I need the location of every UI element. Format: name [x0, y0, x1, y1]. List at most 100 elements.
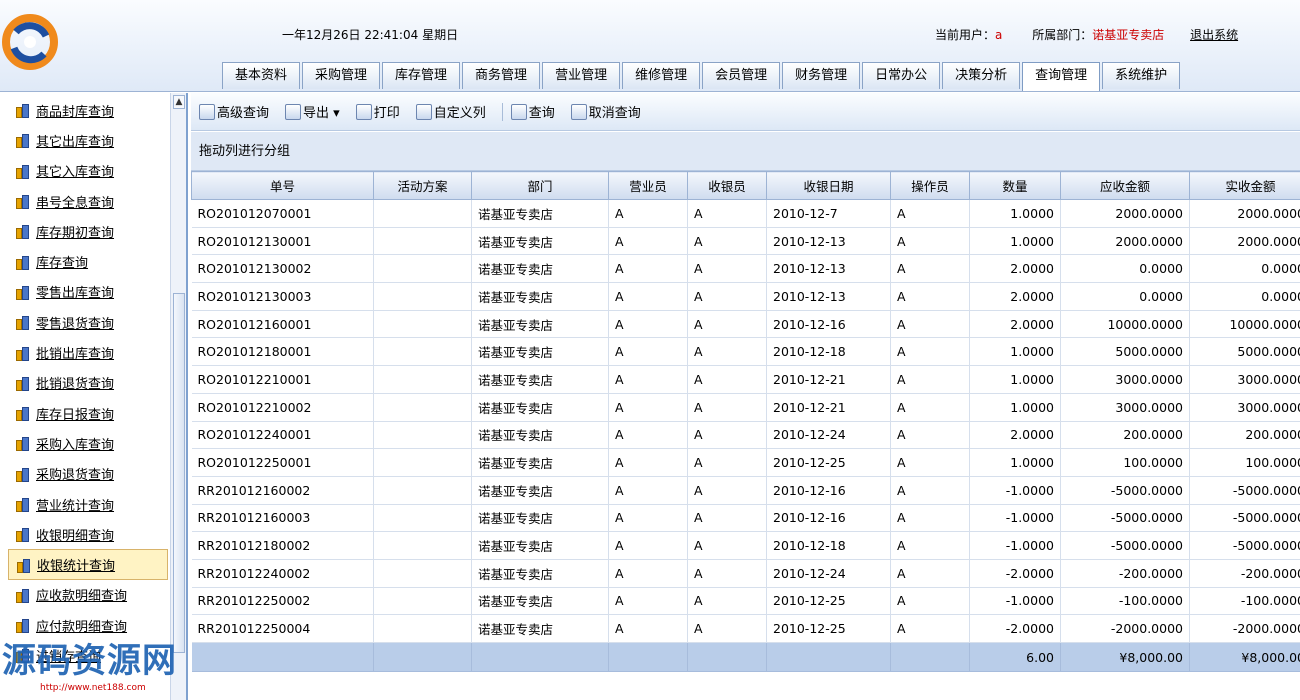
table-row[interactable]: RR201012160002 诺基亚专卖店 A A 2010-12-16 A -1.0000…	[191, 476, 1300, 505]
sidebar-item[interactable]: 商品封库查询	[0, 95, 170, 125]
nav-tab[interactable]: 会员管理	[702, 62, 781, 89]
table-row[interactable]: RO201012160001 诺基亚专卖店 A A 2010-12-16 A 2.0000 1…	[191, 310, 1300, 339]
table-row[interactable]: RR201012180002 诺基亚专卖店 A A 2010-12-18 A -1.0000…	[191, 531, 1300, 560]
sidebar-item[interactable]: 应收款明细查询	[0, 580, 170, 610]
sidebar-item[interactable]: 库存期初查询	[0, 216, 170, 246]
nav-tab[interactable]: 维修管理	[622, 62, 701, 89]
table-row[interactable]: RO201012210002 诺基亚专卖店 A A 2010-12-21 A 1.0000 3…	[191, 393, 1300, 422]
nav-tab[interactable]: 库存管理	[382, 62, 461, 89]
nav-tab[interactable]: 查询管理	[1022, 62, 1101, 91]
bar-chart-icon	[16, 285, 32, 300]
table-cell: 2010-12-21	[766, 365, 891, 394]
sidebar-item[interactable]: 零售退货查询	[0, 307, 170, 337]
custom-columns-button[interactable]: 自定义列	[415, 102, 486, 121]
table-cell: 1.0000	[969, 448, 1061, 477]
sidebar-item[interactable]: 批销出库查询	[0, 337, 170, 367]
bar-chart-icon	[16, 255, 32, 270]
summary-row: 6.00 ¥8,000.00 ¥8,000.00	[191, 642, 1300, 672]
current-user-value: a	[995, 28, 1003, 42]
column-header[interactable]: 收银员	[687, 171, 767, 200]
table-row[interactable]: RO201012130001 诺基亚专卖店 A A 2010-12-13 A 1.0000 2…	[191, 227, 1300, 256]
table-cell: 0.0000	[1189, 254, 1300, 284]
sidebar-item[interactable]: 采购入库查询	[0, 428, 170, 458]
nav-tab[interactable]: 财务管理	[782, 62, 861, 89]
sidebar-item[interactable]: 串号全息查询	[0, 186, 170, 216]
table-cell: RO201012210001	[191, 365, 374, 394]
table-row[interactable]: RO201012180001 诺基亚专卖店 A A 2010-12-18 A 1.0000 5…	[191, 337, 1300, 367]
bar-chart-icon	[16, 194, 32, 210]
table-cell: 2.0000	[969, 310, 1061, 339]
sidebar-item[interactable]: 收银明细查询	[0, 519, 170, 549]
table-cell: 1.0000	[969, 337, 1061, 367]
sidebar-item[interactable]: 其它入库查询	[0, 156, 170, 186]
table-row[interactable]: RR201012250002 诺基亚专卖店 A A 2010-12-25 A -1.0000…	[191, 587, 1300, 616]
table-cell: A	[687, 476, 767, 505]
group-by-drop-area[interactable]: 拖动列进行分组	[191, 132, 1300, 171]
export-button[interactable]: 导出 ▾	[285, 102, 340, 121]
sidebar-item[interactable]: 批销退货查询	[0, 368, 170, 398]
app-header: 一年12月26日 22:41:04 星期日 当前用户：a 所属部门：诺基亚专卖店…	[0, 0, 1300, 92]
nav-tab[interactable]: 商务管理	[462, 62, 541, 89]
nav-tab[interactable]: 决策分析	[942, 62, 1021, 89]
table-row[interactable]: RO201012130003 诺基亚专卖店 A A 2010-12-13 A 2.0000 0…	[191, 282, 1300, 311]
table-cell: -100.0000	[1189, 587, 1300, 616]
table-cell: 5000.0000	[1060, 337, 1190, 367]
column-header[interactable]: 活动方案	[373, 171, 472, 200]
table-cell: -2000.0000	[1189, 614, 1300, 643]
table-cell	[373, 531, 472, 560]
table-cell: A	[687, 559, 767, 588]
table-cell: 诺基亚专卖店	[471, 199, 609, 228]
column-header[interactable]: 部门	[471, 171, 609, 200]
table-cell: A	[890, 614, 970, 643]
table-row[interactable]: RO201012070001 诺基亚专卖店 A A 2010-12-7 A 1.0000 20…	[191, 199, 1300, 228]
column-header[interactable]: 收银日期	[766, 171, 891, 200]
table-cell: A	[687, 504, 767, 533]
table-cell: RR201012250004	[191, 614, 374, 643]
column-header[interactable]: 单号	[191, 171, 374, 200]
table-row[interactable]: RO201012210001 诺基亚专卖店 A A 2010-12-21 A 1.0000 3…	[191, 365, 1300, 394]
table-row[interactable]: RO201012240001 诺基亚专卖店 A A 2010-12-24 A 2.0000 2…	[191, 421, 1300, 450]
table-row[interactable]: RR201012240002 诺基亚专卖店 A A 2010-12-24 A -2.0000…	[191, 559, 1300, 588]
table-row[interactable]: RO201012130002 诺基亚专卖店 A A 2010-12-13 A 2.0000 0…	[191, 254, 1300, 284]
table-cell: A	[608, 614, 688, 643]
column-header[interactable]: 应收金额	[1060, 171, 1190, 200]
table-cell: RR201012180002	[191, 531, 374, 560]
sidebar-item[interactable]: 收银统计查询	[8, 549, 168, 580]
sidebar-item[interactable]: 库存日报查询	[0, 398, 170, 428]
table-cell: A	[890, 587, 970, 616]
table-row[interactable]: RR201012250004 诺基亚专卖店 A A 2010-12-25 A -2.0000…	[191, 614, 1300, 643]
sidebar-item[interactable]: 库存查询	[0, 246, 170, 276]
bar-chart-icon	[16, 103, 32, 119]
sidebar-item[interactable]: 营业统计查询	[0, 489, 170, 519]
table-cell	[373, 393, 472, 422]
sidebar-item[interactable]: 其它出库查询	[0, 125, 170, 155]
printer-icon	[355, 103, 372, 120]
sidebar-item[interactable]: 零售出库查询	[0, 277, 170, 307]
table-cell: A	[687, 531, 767, 560]
table-cell: 2010-12-16	[766, 310, 891, 339]
logout-link[interactable]: 退出系统	[1190, 28, 1238, 42]
table-row[interactable]: RO201012250001 诺基亚专卖店 A A 2010-12-25 A 1.0000 1…	[191, 448, 1300, 477]
sidebar-scrollbar[interactable]: ▲	[170, 93, 186, 700]
column-header[interactable]: 实收金额	[1189, 171, 1300, 200]
table-row[interactable]: RR201012160003 诺基亚专卖店 A A 2010-12-16 A -1.0000…	[191, 504, 1300, 533]
scrollbar-thumb[interactable]	[173, 293, 185, 653]
cancel-query-button[interactable]: 取消查询	[570, 102, 641, 121]
nav-tab[interactable]: 营业管理	[542, 62, 621, 89]
print-button[interactable]: 打印	[355, 102, 400, 121]
table-cell: 2010-12-25	[766, 448, 891, 477]
nav-tab[interactable]: 日常办公	[862, 62, 941, 89]
column-header[interactable]: 操作员	[890, 171, 970, 200]
sidebar-item[interactable]: 采购退货查询	[0, 459, 170, 489]
nav-tab[interactable]: 采购管理	[302, 62, 381, 89]
table-cell: 2010-12-25	[766, 587, 891, 616]
table-cell	[373, 282, 472, 311]
nav-tab[interactable]: 基本资料	[222, 62, 301, 89]
table-cell: RR201012240002	[191, 559, 374, 588]
advanced-query-button[interactable]: 高级查询	[199, 102, 269, 121]
nav-tab[interactable]: 系统维护	[1102, 62, 1181, 89]
column-header[interactable]: 营业员	[608, 171, 688, 200]
query-button[interactable]: 查询	[510, 102, 555, 121]
scroll-up-icon[interactable]: ▲	[173, 95, 185, 109]
column-header[interactable]: 数量	[969, 171, 1061, 200]
